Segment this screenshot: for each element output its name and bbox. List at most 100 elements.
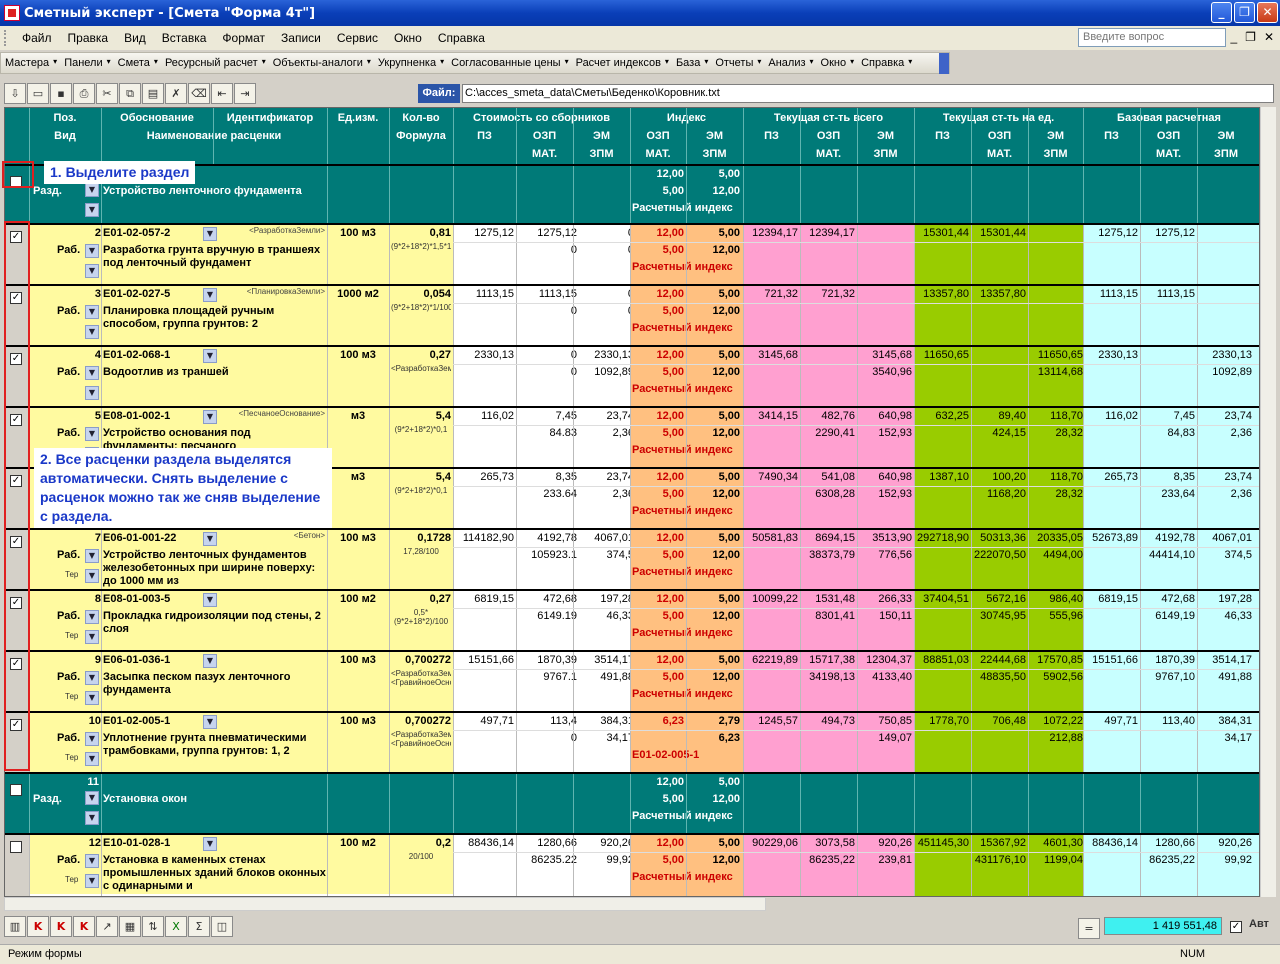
type-dropdown[interactable]: ▼ [85, 671, 99, 685]
calc-icon[interactable]: ▦ [119, 916, 141, 937]
row-formula[interactable]: <РазработкаЗемли>-<ГравийноеОснование>/1… [391, 669, 451, 711]
row-formula[interactable]: (9*2+18*2)*0,1 [391, 425, 451, 467]
menu-item-3[interactable]: Вставка [154, 31, 215, 45]
subtype-dropdown[interactable]: ▼ [85, 874, 99, 888]
minimize-button[interactable]: _ [1211, 2, 1232, 23]
row-formula[interactable]: 17,28/100 [391, 547, 451, 589]
code-dropdown[interactable]: ▼ [203, 410, 217, 424]
toolbar-menu-6[interactable]: Согласованные цены [447, 57, 564, 69]
menu-item-1[interactable]: Правка [60, 31, 117, 45]
row-formula[interactable]: <РазработкаЗемли>-<ГравийноеОснование>/1… [391, 730, 451, 772]
section-type-dropdown[interactable]: ▼ [85, 791, 99, 805]
row-formula[interactable]: (9*2+18*2)*0,1 [391, 486, 451, 528]
calculator-icon[interactable]: = [1078, 918, 1100, 939]
cut-icon[interactable]: ✂ [96, 82, 118, 104]
row-quantity: 0,2 [435, 837, 451, 849]
menu-item-4[interactable]: Формат [214, 31, 273, 45]
toolbar-menu-9[interactable]: Отчеты [711, 57, 757, 69]
restore-button[interactable]: ❐ [1234, 2, 1255, 23]
help-question-input[interactable]: Введите вопрос [1078, 28, 1226, 47]
book-icon[interactable]: ▥ [4, 916, 26, 937]
menu-item-7[interactable]: Окно [386, 31, 430, 45]
code-dropdown[interactable]: ▼ [203, 532, 217, 546]
code-dropdown[interactable]: ▼ [203, 593, 217, 607]
row-formula[interactable]: (9*2+18*2)*1/1000 [391, 303, 451, 345]
insert-after-icon[interactable]: ⇥ [234, 82, 256, 104]
row-formula[interactable]: <РазработкаЗемли>/3 [391, 364, 451, 406]
toolbar-menu-1[interactable]: Панели [60, 57, 106, 69]
horizontal-scrollbar[interactable] [4, 897, 766, 911]
toolbar-menu-7[interactable]: Расчет индексов [572, 57, 665, 69]
section-sub-dropdown[interactable]: ▼ [85, 203, 99, 217]
report-k2-icon[interactable]: K [50, 916, 72, 937]
copy-icon[interactable]: ⧉ [119, 82, 141, 104]
subtype-dropdown[interactable]: ▼ [85, 630, 99, 644]
toolbar-menu-10[interactable]: Анализ [764, 57, 809, 69]
menu-item-2[interactable]: Вид [116, 31, 154, 45]
row-formula[interactable]: 20/100 [391, 852, 451, 894]
code-dropdown[interactable]: ▼ [203, 837, 217, 851]
toolbar-menu-11[interactable]: Окно [817, 57, 851, 69]
report-k1-icon[interactable]: K [27, 916, 49, 937]
toolbar-options-icon[interactable] [939, 53, 949, 74]
menu-item-5[interactable]: Записи [273, 31, 329, 45]
toolbar-menu-0[interactable]: Мастера [1, 57, 53, 69]
vertical-scrollbar[interactable] [1260, 107, 1276, 897]
sort-icon[interactable]: ⇅ [142, 916, 164, 937]
code-dropdown[interactable]: ▼ [203, 349, 217, 363]
toolbar-menu-8[interactable]: База [672, 57, 704, 69]
code-dropdown[interactable]: ▼ [203, 227, 217, 241]
menu-item-0[interactable]: Файл [14, 31, 60, 45]
type-dropdown[interactable]: ▼ [85, 732, 99, 746]
cell-divider [914, 286, 915, 347]
delete-icon[interactable]: ✗ [165, 82, 187, 104]
auto-checkbox[interactable]: ✓ [1230, 921, 1242, 933]
subtype-dropdown[interactable]: ▼ [85, 386, 99, 400]
subtype-dropdown[interactable]: ▼ [85, 325, 99, 339]
section-checkbox[interactable] [10, 784, 22, 796]
stack-icon[interactable]: ◫ [211, 916, 233, 937]
menu-item-6[interactable]: Сервис [329, 31, 386, 45]
row-formula[interactable]: 0,5*(9*2+18*2)/100 [391, 608, 451, 650]
toolbar-menu-5[interactable]: Укрупненка [374, 57, 440, 69]
subtype-dropdown[interactable]: ▼ [85, 691, 99, 705]
type-dropdown[interactable]: ▼ [85, 366, 99, 380]
paste-icon[interactable]: ▤ [142, 82, 164, 104]
subtype-dropdown[interactable]: ▼ [85, 264, 99, 278]
file-path-field[interactable]: C:\acces_smeta_data\Сметы\Беденко\Коровн… [462, 84, 1274, 103]
toolbar-menu-3[interactable]: Ресурсный расчет [161, 57, 262, 69]
type-dropdown[interactable]: ▼ [85, 244, 99, 258]
row-formula[interactable]: (9*2+18*2)*1,5*1/100 [391, 242, 451, 284]
subtype-dropdown[interactable]: ▼ [85, 569, 99, 583]
mdi-minimize-icon[interactable]: _ [1230, 30, 1237, 44]
mdi-restore-icon[interactable]: ❐ [1245, 30, 1256, 44]
print-icon[interactable]: ⎙ [73, 82, 95, 104]
excel-icon[interactable]: X [165, 916, 187, 937]
toolbar-menu-12[interactable]: Справка [857, 57, 908, 69]
code-dropdown[interactable]: ▼ [203, 715, 217, 729]
close-button[interactable]: ✕ [1257, 2, 1278, 23]
mdi-close-icon[interactable]: ✕ [1264, 30, 1274, 44]
toolbar-menu-2[interactable]: Смета [114, 57, 154, 69]
sum-icon[interactable]: Σ [188, 916, 210, 937]
type-dropdown[interactable]: ▼ [85, 305, 99, 319]
code-dropdown[interactable]: ▼ [203, 288, 217, 302]
report-k3-icon[interactable]: K [73, 916, 95, 937]
type-dropdown[interactable]: ▼ [85, 549, 99, 563]
section-type-dropdown[interactable]: ▼ [85, 183, 99, 197]
menu-item-8[interactable]: Справка [430, 31, 493, 45]
section-sub-dropdown[interactable]: ▼ [85, 811, 99, 825]
type-dropdown[interactable]: ▼ [85, 854, 99, 868]
subtype-dropdown[interactable]: ▼ [85, 752, 99, 766]
toolbar-menu-4[interactable]: Объекты-аналоги [269, 57, 367, 69]
chart-icon[interactable]: ↗ [96, 916, 118, 937]
erase-icon[interactable]: ⌫ [188, 82, 210, 104]
type-dropdown[interactable]: ▼ [85, 610, 99, 624]
code-dropdown[interactable]: ▼ [203, 654, 217, 668]
open-icon[interactable]: ▭ [27, 82, 49, 104]
navigate-icon[interactable]: ⇩ [4, 82, 26, 104]
save-icon[interactable]: ▪ [50, 82, 72, 104]
row-checkbox[interactable] [10, 841, 22, 853]
insert-before-icon[interactable]: ⇤ [211, 82, 233, 104]
type-dropdown[interactable]: ▼ [85, 427, 99, 441]
